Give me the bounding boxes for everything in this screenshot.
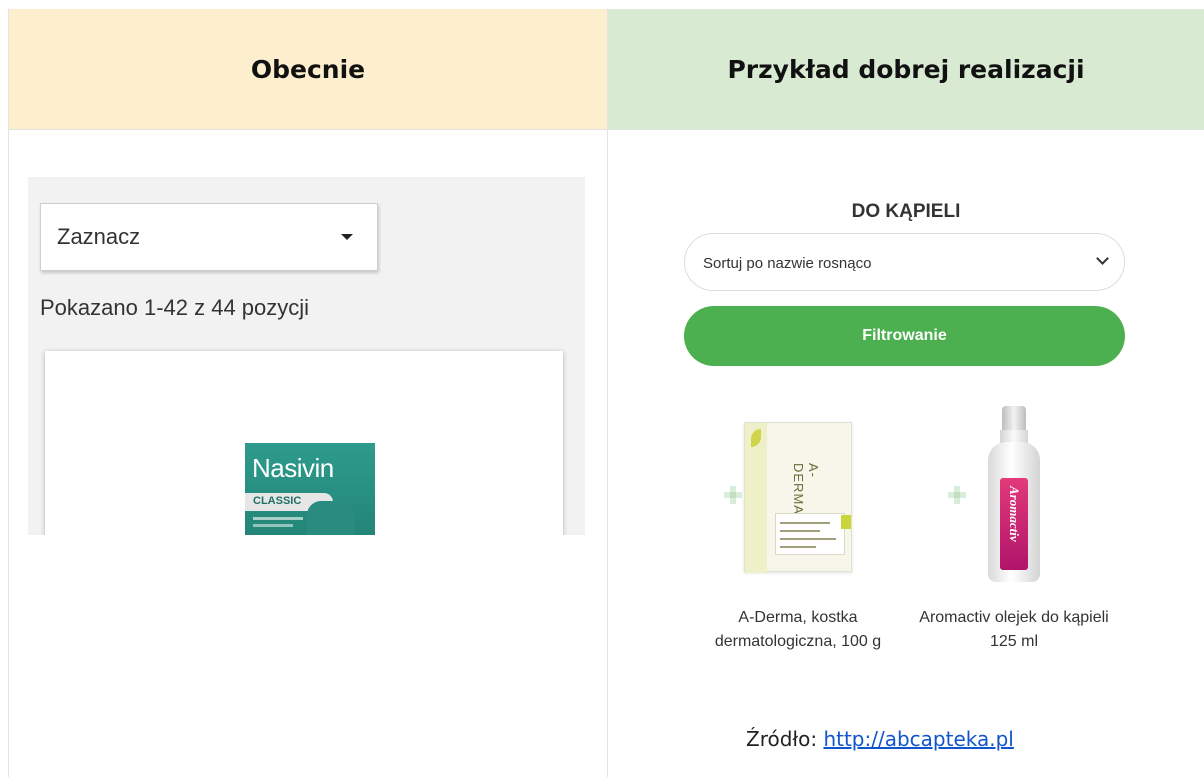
- soap-box: A-DERMA: [744, 422, 852, 573]
- source-link[interactable]: http://abcapteka.pl: [823, 727, 1013, 751]
- pharmacy-cross-icon: [948, 486, 966, 504]
- product-variant: CLASSIC: [253, 495, 302, 507]
- category-title: DO KĄPIELI: [851, 201, 961, 222]
- product-nozzle: [307, 501, 355, 535]
- product-image[interactable]: A-DERMA: [718, 406, 878, 596]
- pharmacy-cross-icon: [724, 486, 742, 504]
- chevron-down-icon: [1096, 252, 1109, 265]
- source-note: Źródło: http://abcapteka.pl: [746, 727, 1014, 751]
- results-count: Pokazano 1-42 z 44 pozycji: [40, 295, 310, 320]
- filter-button[interactable]: Filtrowanie: [684, 306, 1125, 366]
- sort-select[interactable]: Zaznacz: [40, 203, 378, 271]
- product-name[interactable]: Aromactiv olejek do kąpieli 125 ml: [914, 606, 1114, 654]
- header-good-example: Przykład dobrej realizacji: [608, 9, 1204, 129]
- label-line: [780, 522, 830, 524]
- soap-label: [775, 513, 845, 555]
- sort-select[interactable]: Sortuj po nazwie rosnąco: [684, 233, 1125, 291]
- source-label: Źródło:: [746, 727, 818, 751]
- label-line: [780, 546, 816, 548]
- product-fineprint: [253, 524, 293, 527]
- product-card[interactable]: Nasivin CLASSIC: [45, 351, 563, 535]
- sort-select-value: Sortuj po nazwie rosnąco: [703, 255, 872, 272]
- good-example-screenshot: DO KĄPIELI Sortuj po nazwie rosnąco Filt…: [678, 193, 1134, 673]
- sort-select-label: Zaznacz: [57, 224, 141, 249]
- bottle-cap: [1002, 406, 1026, 432]
- header-current-title: Obecnie: [250, 54, 366, 84]
- caret-down-icon: [341, 234, 353, 240]
- product-tile[interactable]: A-DERMA A-Derma, kostka dermatologiczna,…: [698, 406, 898, 673]
- label-line: [780, 530, 820, 532]
- soap-brand: A-DERMA: [791, 463, 821, 515]
- row-divider: [8, 129, 1204, 130]
- bottle: Aromactiv: [988, 406, 1040, 582]
- product-name[interactable]: A-Derma, kostka dermatologiczna, 100 g: [698, 606, 898, 654]
- header-good-example-title: Przykład dobrej realizacji: [727, 54, 1085, 84]
- bottle-brand: Aromactiv: [1007, 486, 1022, 542]
- product-fineprint: [253, 517, 303, 520]
- product-image[interactable]: Aromactiv: [934, 406, 1094, 596]
- header-current: Obecnie: [9, 9, 607, 129]
- product-brand: Nasivin: [252, 453, 334, 483]
- current-screenshot: Zaznacz Pokazano 1-42 z 44 pozycji Nasiv…: [28, 177, 585, 535]
- label-line: [780, 538, 836, 540]
- soap-accent: [841, 515, 851, 529]
- product-tile[interactable]: Aromactiv Aromactiv olejek do kąpieli 12…: [914, 406, 1114, 673]
